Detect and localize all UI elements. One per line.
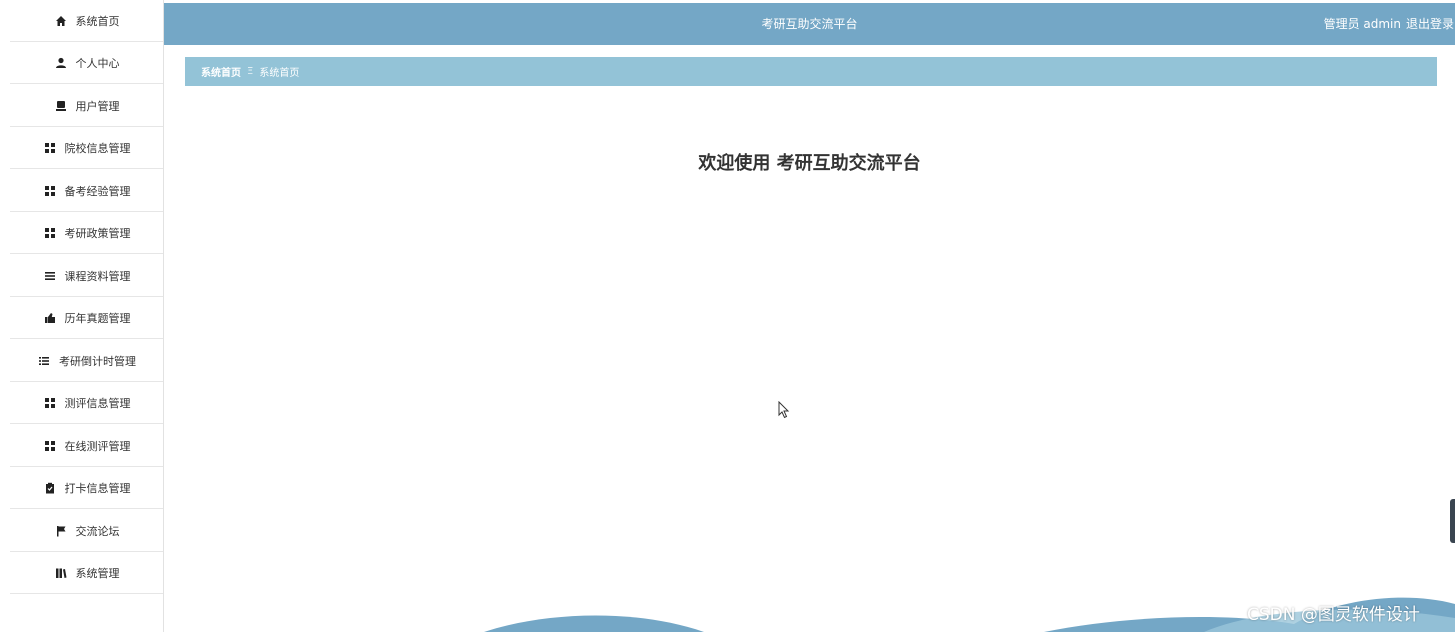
breadcrumb-current: 系统首页 [259,68,300,79]
user-card-icon [54,99,68,113]
top-header-bar: 考研互助交流平台 管理员 admin 退出登录 [164,3,1455,45]
sidebar-item-profile[interactable]: 个人中心 [10,42,163,84]
sidebar-item-checkin[interactable]: 打卡信息管理 [10,467,163,509]
sidebar-item-countdown[interactable]: 考研倒计时管理 [10,340,163,382]
sidebar-item-colleges[interactable]: 院校信息管理 [10,127,163,169]
grid-icon [43,184,57,198]
sidebar: 系统首页 个人中心 用户管理 院校信息管理 备考经验管理 考研政策管理 课程资料… [0,0,164,632]
sidebar-item-experience[interactable]: 备考经验管理 [10,170,163,212]
sidebar-item-system[interactable]: 系统管理 [10,552,163,594]
clipboard-icon [43,481,57,495]
sidebar-item-label: 打卡信息管理 [64,481,131,495]
sidebar-item-policy[interactable]: 考研政策管理 [10,212,163,254]
grid-icon [43,439,57,453]
sidebar-item-label: 系统首页 [75,14,120,28]
sidebar-item-assessment-info[interactable]: 测评信息管理 [10,382,163,424]
sidebar-item-label: 用户管理 [75,99,120,113]
sidebar-item-users[interactable]: 用户管理 [10,85,163,127]
watermark: CSDN @图灵软件设计 [1247,605,1420,625]
home-icon [54,14,68,28]
breadcrumb-home-link[interactable]: 系统首页 [201,64,241,79]
app-title: 考研互助交流平台 [761,17,858,31]
breadcrumb: 系统首页 Ξ 系统首页 [185,57,1437,86]
sidebar-item-course-materials[interactable]: 课程资料管理 [10,255,163,297]
user-icon [54,56,68,70]
app-window: 系统首页 个人中心 用户管理 院校信息管理 备考经验管理 考研政策管理 课程资料… [0,0,1455,632]
sidebar-item-label: 历年真题管理 [64,311,131,325]
sidebar-item-label: 在线测评管理 [64,439,131,453]
sidebar-item-forum[interactable]: 交流论坛 [10,510,163,552]
grid-icon [43,226,57,240]
mouse-cursor-icon [778,401,790,419]
welcome-heading: 欢迎使用 考研互助交流平台 [698,153,921,174]
sidebar-item-label: 院校信息管理 [64,141,131,155]
thumbs-icon [43,311,57,325]
logout-button[interactable]: 退出登录 [1406,3,1454,45]
current-user-label: 管理员 admin [1323,17,1401,31]
sidebar-item-label: 课程资料管理 [64,269,131,283]
list-indent-icon [37,354,51,368]
sidebar-item-label: 考研政策管理 [64,226,131,240]
book-icon [54,566,68,580]
sidebar-item-label: 系统管理 [75,566,120,580]
breadcrumb-separator: Ξ [247,66,254,77]
side-drawer-handle[interactable] [1450,499,1455,543]
sidebar-item-label: 交流论坛 [75,524,120,538]
sidebar-item-label: 备考经验管理 [64,184,131,198]
sidebar-item-label: 考研倒计时管理 [59,354,136,368]
sidebar-item-home[interactable]: 系统首页 [10,0,163,42]
grid-icon [43,396,57,410]
list-icon [43,269,57,283]
sidebar-item-past-exams[interactable]: 历年真题管理 [10,297,163,339]
flag-icon [54,524,68,538]
sidebar-item-online-assessment[interactable]: 在线测评管理 [10,425,163,467]
sidebar-item-label: 个人中心 [75,56,120,70]
grid-icon [43,141,57,155]
sidebar-item-label: 测评信息管理 [64,396,131,410]
